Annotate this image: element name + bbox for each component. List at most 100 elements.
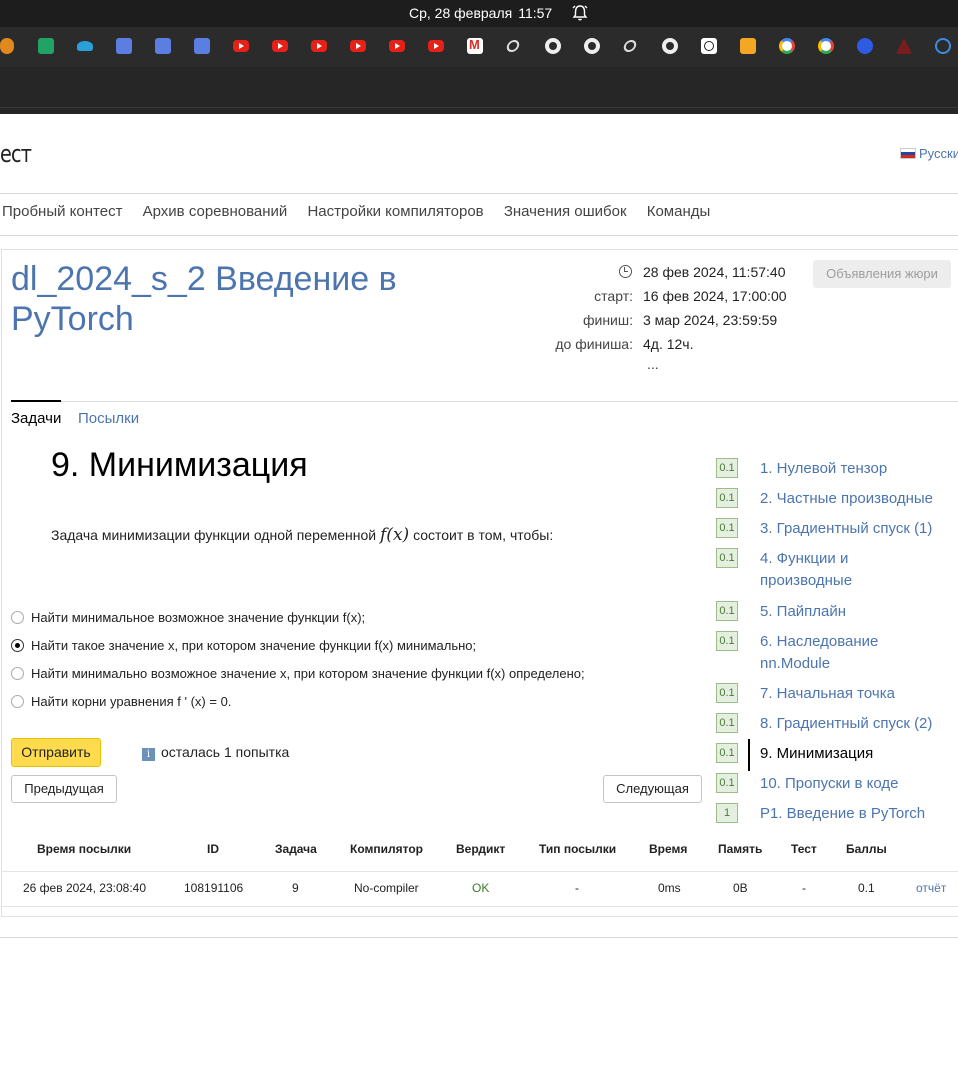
tab-tasks[interactable]: Задачи <box>11 410 61 427</box>
previous-problem-button[interactable]: Предыдущая <box>11 775 117 803</box>
col-header-time: Время <box>649 842 688 856</box>
cell-submission-type: - <box>575 881 579 895</box>
option-label: Найти минимальное возможное значение фун… <box>31 610 366 625</box>
problem-link[interactable]: 7. Начальная точка <box>760 683 950 705</box>
problem-score-badge: 0.1 <box>716 488 738 508</box>
github-icon[interactable] <box>662 38 678 54</box>
spiral-icon[interactable] <box>935 38 951 54</box>
gmail-icon[interactable] <box>467 37 483 54</box>
problem-link[interactable]: 6. Наследование nn.Module <box>760 631 900 675</box>
problem-score-badge: 0.1 <box>716 458 738 478</box>
nav-compiler-settings[interactable]: Настройки компиляторов <box>307 203 483 220</box>
radio-button[interactable] <box>11 667 24 680</box>
radio-button[interactable] <box>11 695 24 708</box>
cell-id: 108191106 <box>184 881 244 895</box>
problem-title: 9. Минимизация <box>51 446 308 484</box>
oo-icon[interactable] <box>0 38 14 54</box>
clock-app-icon[interactable] <box>701 38 717 54</box>
problem-score-badge: 0.1 <box>716 773 738 793</box>
youtube-icon[interactable] <box>428 40 444 52</box>
problem-score-badge: 0.1 <box>716 548 738 568</box>
col-header-id: ID <box>207 842 219 856</box>
zoom-icon[interactable] <box>857 38 873 54</box>
jury-announcements-button[interactable]: Объявления жюри <box>813 260 951 288</box>
tab-submissions[interactable]: Посылки <box>78 410 139 427</box>
radio-button-checked[interactable] <box>11 639 24 652</box>
cell-submit-time: 26 фев 2024, 23:08:40 <box>23 881 147 895</box>
contest-title[interactable]: dl_2024_s_2 Введение в PyTorch <box>11 259 471 339</box>
finish-time: 3 мар 2024, 23:59:59 <box>643 312 778 328</box>
alarm-bell-icon[interactable] <box>572 4 588 22</box>
problem-link[interactable]: 4. Функции и производные <box>760 548 890 592</box>
site-logo[interactable]: ест <box>0 140 32 168</box>
google-icon[interactable] <box>818 38 834 54</box>
squarespace-icon[interactable] <box>622 40 638 52</box>
time-left: 4д. 12ч. <box>643 336 694 352</box>
start-label: старт: <box>594 288 633 304</box>
radio-button[interactable] <box>11 611 24 624</box>
google-icon[interactable] <box>779 38 795 54</box>
browser-toolbar-strip <box>0 67 958 114</box>
main-nav: Пробный контест Архив соревнований Настр… <box>2 203 726 220</box>
problem-link[interactable]: 8. Градиентный спуск (2) <box>760 713 950 735</box>
youtube-icon[interactable] <box>233 40 249 52</box>
problem-link[interactable]: 9. Минимизация <box>760 743 950 765</box>
option-label: Найти корни уравнения f ' (x) = 0. <box>31 694 232 709</box>
statement-text-after: состоит в том, чтобы: <box>413 527 554 543</box>
youtube-icon[interactable] <box>389 40 405 52</box>
submit-button[interactable]: Отправить <box>11 738 101 767</box>
github-icon[interactable] <box>584 38 600 54</box>
answer-option-3[interactable]: Найти минимально возможное значение x, п… <box>11 666 585 681</box>
youtube-icon[interactable] <box>350 40 366 52</box>
cube-icon[interactable] <box>194 38 210 54</box>
nav-teams[interactable]: Команды <box>647 203 711 220</box>
table-header-divider <box>1 871 958 872</box>
statement-text-before: Задача минимизации функции одной перемен… <box>51 527 377 543</box>
next-problem-button[interactable]: Следующая <box>603 775 702 803</box>
os-date: Ср, 28 февраля <box>409 5 513 21</box>
footer-divider <box>0 937 958 938</box>
cube-icon[interactable] <box>155 38 171 54</box>
problem-link[interactable]: 10. Пропуски в коде <box>760 773 950 795</box>
youtube-icon[interactable] <box>311 40 327 52</box>
nav-error-codes[interactable]: Значения ошибок <box>504 203 627 220</box>
language-switch[interactable]: Русски <box>900 146 958 161</box>
col-header-task: Задача <box>275 842 317 856</box>
problem-link[interactable]: 1. Нулевой тензор <box>760 458 950 480</box>
col-header-memory: Память <box>718 842 763 856</box>
problem-score-badge: 1 <box>716 803 738 823</box>
nav-archive[interactable]: Архив соревнований <box>143 203 288 220</box>
youtube-icon[interactable] <box>272 40 288 52</box>
problem-score-badge: 0.1 <box>716 631 738 651</box>
clock-icon <box>619 265 632 278</box>
mail-icon[interactable] <box>740 38 756 54</box>
report-link[interactable]: отчёт <box>916 881 946 895</box>
nav-trial-contest[interactable]: Пробный контест <box>2 203 122 220</box>
col-header-test: Тест <box>791 842 817 856</box>
nav-divider <box>0 235 958 236</box>
answer-option-2[interactable]: Найти такое значение x, при котором знач… <box>11 638 476 653</box>
problem-link[interactable]: 3. Градиентный спуск (1) <box>760 518 950 540</box>
squarespace-icon[interactable] <box>505 40 521 52</box>
msu-icon[interactable] <box>896 38 912 54</box>
sheets-icon[interactable] <box>38 38 54 54</box>
github-icon[interactable] <box>545 38 561 54</box>
cell-compiler: No-compiler <box>354 881 419 895</box>
problem-link[interactable]: 5. Пайплайн <box>760 601 950 623</box>
cube-icon[interactable] <box>116 38 132 54</box>
answer-option-4[interactable]: Найти корни уравнения f ' (x) = 0. <box>11 694 231 709</box>
os-clock[interactable]: Ср, 28 февраля 11:57 <box>409 5 552 21</box>
problem-link[interactable]: 2. Частные производные <box>760 488 950 510</box>
start-time: 16 фев 2024, 17:00:00 <box>643 288 787 304</box>
curve-icon[interactable] <box>77 41 93 51</box>
more-info[interactable]: ... <box>647 356 659 372</box>
current-time: 28 фев 2024, 11:57:40 <box>643 264 786 280</box>
bookmarks-bar <box>0 27 958 67</box>
active-tab-indicator <box>11 400 61 402</box>
problem-score-badge: 0.1 <box>716 743 738 763</box>
attempts-left: i осталась 1 попытка <box>142 744 289 761</box>
problem-link[interactable]: P1. Введение в PyTorch <box>760 803 950 825</box>
answer-option-1[interactable]: Найти минимальное возможное значение фун… <box>11 610 365 625</box>
cell-test: - <box>802 881 806 895</box>
attempts-text: осталась 1 попытка <box>161 744 290 760</box>
